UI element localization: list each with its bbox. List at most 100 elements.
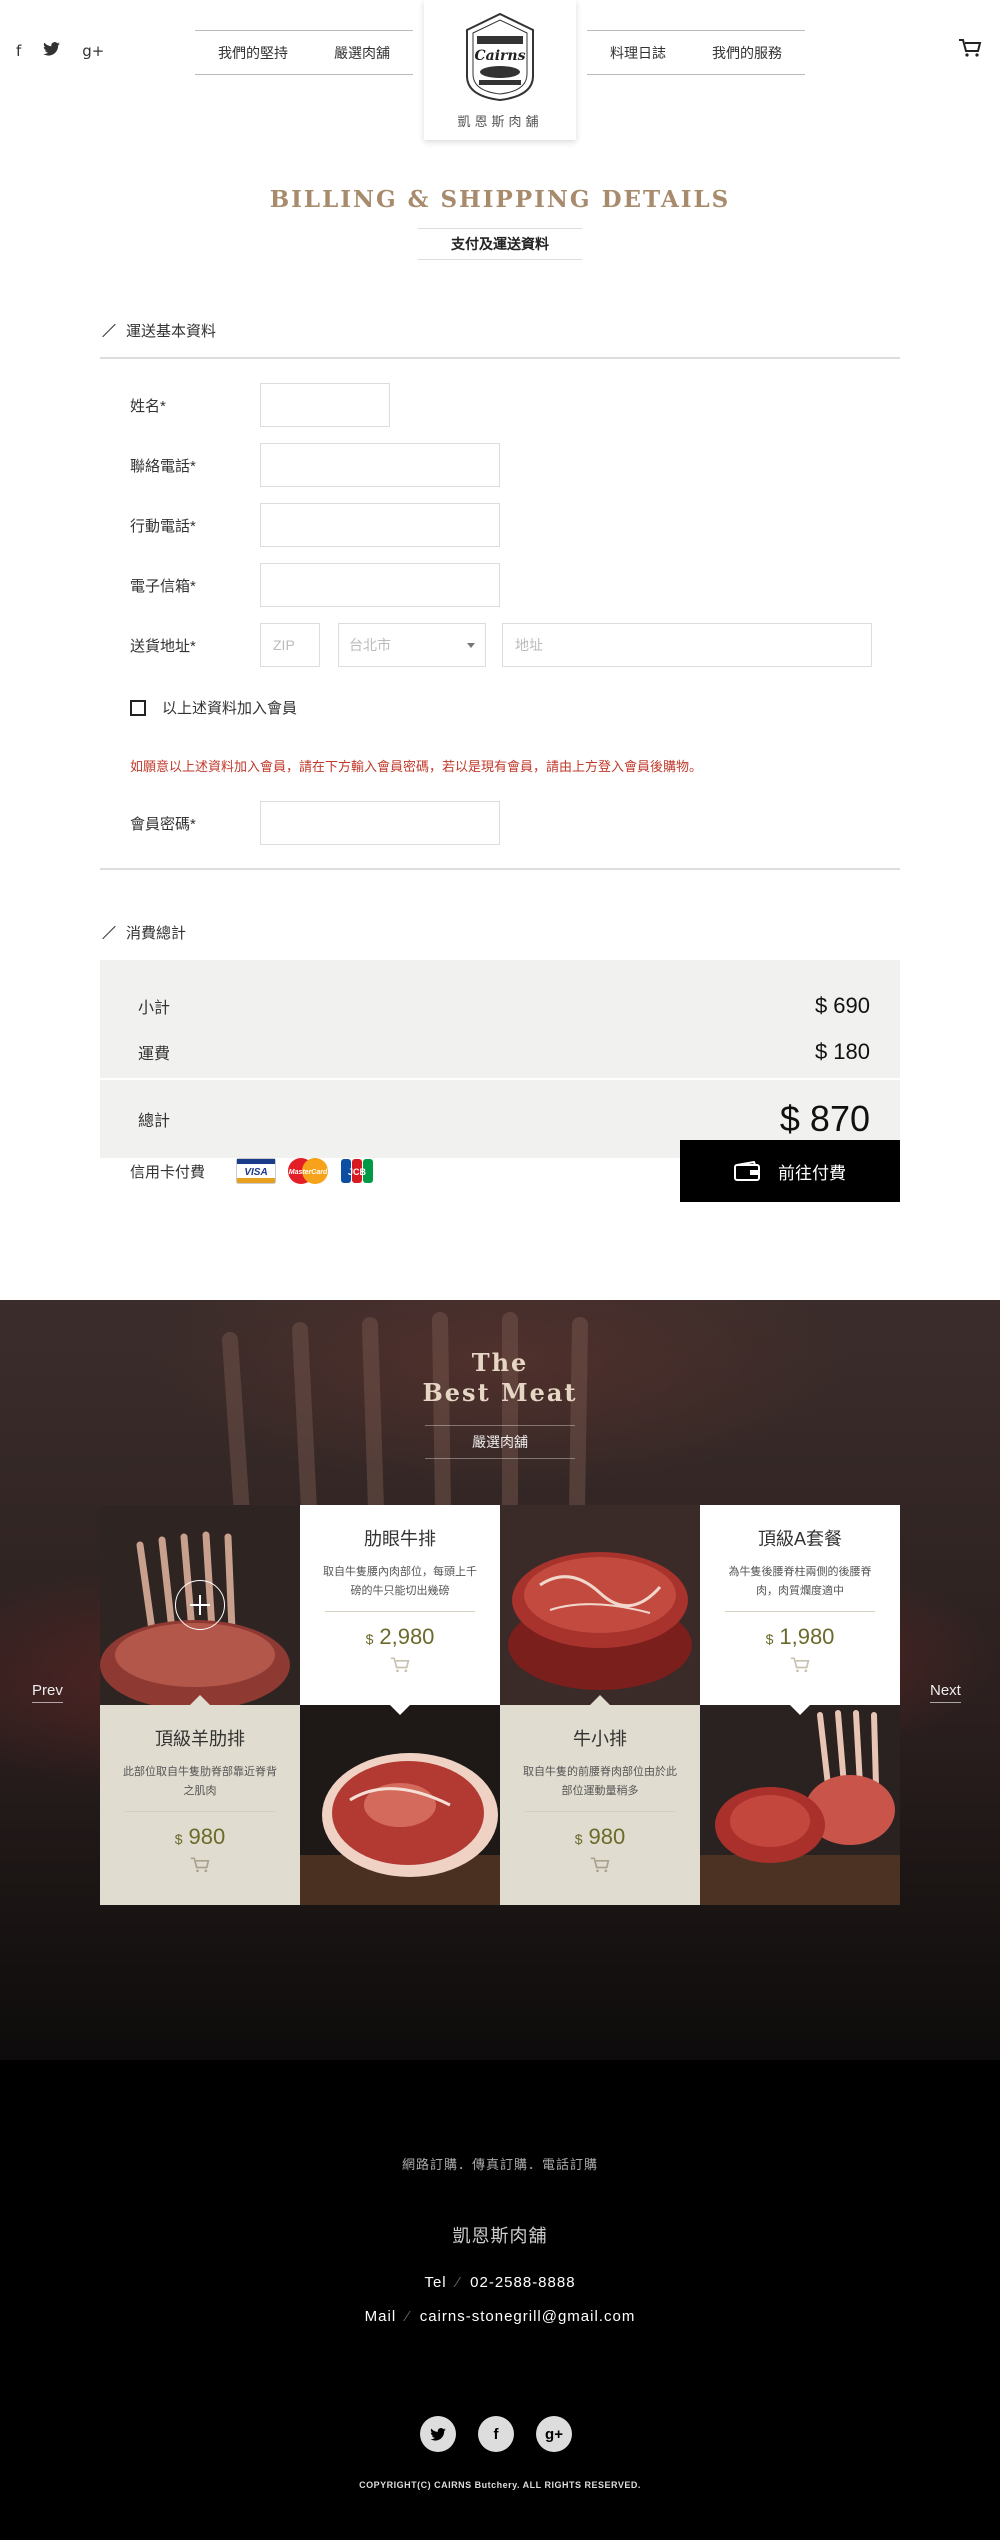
- add-to-cart-icon[interactable]: [700, 1656, 900, 1679]
- tel-value[interactable]: 02-2588-8888: [470, 2274, 575, 2291]
- pointer-arrow: [390, 1705, 410, 1715]
- slash-icon: [100, 925, 116, 941]
- slash-icon: [100, 323, 116, 339]
- phone-input[interactable]: [260, 443, 500, 487]
- best-meat-section: The Best Meat 嚴選肉舖 Prev Next 肋眼牛排 取自牛隻腰內…: [0, 1300, 1000, 2060]
- product-image-ribeye[interactable]: [300, 1705, 500, 1905]
- city-select-value: 台北市: [349, 637, 391, 653]
- twitter-icon[interactable]: [420, 2416, 456, 2452]
- nav-our-services[interactable]: 我們的服務: [712, 43, 782, 63]
- slider-prev-button[interactable]: Prev: [32, 1682, 63, 1703]
- slider-next-button[interactable]: Next: [930, 1682, 961, 1703]
- mobile-input[interactable]: [260, 503, 500, 547]
- mail-label: Mail: [364, 2308, 397, 2325]
- proceed-payment-button[interactable]: 前往付費: [680, 1140, 900, 1202]
- add-to-cart-icon[interactable]: [100, 1856, 300, 1879]
- logo-emblem-icon: Cairns: [466, 12, 534, 102]
- password-input[interactable]: [260, 801, 500, 845]
- cart-icon[interactable]: [958, 38, 982, 63]
- product-desc: 取自牛隻腰內肉部位，每頭上千磅的牛只能切出幾磅: [323, 1566, 477, 1597]
- name-row: 姓名*: [130, 383, 390, 427]
- city-select[interactable]: 台北市: [338, 623, 486, 667]
- nav-select-meat[interactable]: 嚴選肉舖: [334, 43, 390, 63]
- member-notice: 如願意以上述資料加入會員，請在下方輸入會員密碼，若以是現有會員，請由上方登入會員…: [130, 759, 703, 774]
- footer-social: f g+: [420, 2416, 572, 2452]
- google-plus-icon[interactable]: g+: [536, 2416, 572, 2452]
- divider: [725, 1611, 875, 1612]
- mail-value[interactable]: cairns-stonegrill@gmail.com: [420, 2308, 636, 2325]
- product-grid: 肋眼牛排 取自牛隻腰內肉部位，每頭上千磅的牛只能切出幾磅 $2,980 頂級A套…: [100, 1505, 900, 1905]
- product-name: 肋眼牛排: [364, 1529, 436, 1549]
- nav-cooking-journal[interactable]: 料理日誌: [610, 43, 666, 63]
- product-card-a-set[interactable]: 頂級A套餐 為牛隻後腰脊柱兩側的後腰脊肉，肉質爛度適中 $1,980: [700, 1505, 900, 1715]
- page-title: BILLING & SHIPPING DETAILS: [269, 186, 731, 213]
- credit-card-label: 信用卡付費: [130, 1163, 206, 1181]
- total-label: 總計: [138, 1113, 171, 1130]
- product-image-lamb-chops[interactable]: [700, 1705, 900, 1905]
- divider: [325, 1611, 475, 1612]
- product-image-lamb-rack[interactable]: [100, 1505, 300, 1705]
- subtotal-value: $ 690: [814, 993, 870, 1018]
- copyright: COPYRIGHT(C) CAIRNS Butchery. ALL RIGHTS…: [359, 2480, 641, 2490]
- payment-row: 信用卡付費 VISA MasterCard JCB 前往付費: [100, 1140, 900, 1202]
- product-price: $980: [100, 1824, 300, 1850]
- summary-heading-label: 消費總計: [126, 925, 187, 942]
- shipping-fee-row: 運費 $ 180: [100, 1034, 900, 1078]
- price-value: 1,980: [779, 1624, 835, 1649]
- product-desc: 為牛隻後腰脊柱兩側的後腰脊肉，肉質爛度適中: [728, 1566, 872, 1597]
- mastercard-icon: MasterCard: [288, 1158, 328, 1184]
- shipping-fee-value: $ 180: [814, 1039, 870, 1064]
- total-value: $ 870: [779, 1098, 870, 1139]
- jcb-icon: JCB: [341, 1159, 373, 1183]
- nav-left: 我們的堅持 嚴選肉舖: [195, 30, 413, 75]
- nav-our-commitment[interactable]: 我們的堅持: [218, 43, 288, 63]
- product-price: $980: [500, 1824, 700, 1850]
- email-input[interactable]: [260, 563, 500, 607]
- chevron-down-icon: [467, 642, 475, 648]
- svg-text:JCB: JCB: [348, 1167, 367, 1177]
- product-card-short-rib[interactable]: 牛小排 取自牛隻的前腰脊肉部位由於此部位運動量稍多 $980: [500, 1695, 700, 1905]
- footer-tel: Tel ⁄ 02-2588-8888: [0, 2274, 1000, 2291]
- google-plus-icon[interactable]: g+: [82, 42, 104, 60]
- product-desc: 此部位取自牛隻肋脊部靠近脊背之肌肉: [123, 1766, 277, 1797]
- product-image-steak[interactable]: [500, 1505, 700, 1705]
- wallet-icon: [734, 1161, 760, 1181]
- product-name: 頂級羊肋排: [155, 1729, 245, 1749]
- twitter-icon[interactable]: [43, 42, 61, 60]
- product-desc: 取自牛隻的前腰脊肉部位由於此部位運動量稍多: [523, 1766, 677, 1797]
- address-input[interactable]: 地址: [502, 623, 872, 667]
- plus-icon[interactable]: [175, 1580, 225, 1630]
- email-row: 電子信箱*: [130, 563, 500, 607]
- subtotal-row: 小計 $ 690: [100, 960, 900, 1034]
- phone-label: 聯絡電話*: [130, 457, 196, 475]
- join-member-row: 以上述資料加入會員: [130, 697, 297, 718]
- product-card-lamb-rack[interactable]: 頂級羊肋排 此部位取自牛隻肋脊部靠近脊背之肌肉 $980: [100, 1695, 300, 1905]
- pointer-arrow: [590, 1695, 610, 1705]
- product-card-ribeye[interactable]: 肋眼牛排 取自牛隻腰內肉部位，每頭上千磅的牛只能切出幾磅 $2,980: [300, 1505, 500, 1715]
- shipping-fee-label: 運費: [138, 1046, 171, 1063]
- facebook-icon[interactable]: f: [478, 2416, 514, 2452]
- add-to-cart-icon[interactable]: [300, 1656, 500, 1679]
- facebook-icon[interactable]: f: [16, 42, 21, 60]
- logo-caption: 凱恩斯肉舖: [457, 114, 543, 129]
- slash-icon: ⁄: [406, 2308, 410, 2325]
- address-row: 送貨地址* ZIP 台北市 地址: [130, 623, 872, 667]
- footer-store-name: 凱恩斯肉舖: [452, 2226, 548, 2246]
- join-member-checkbox[interactable]: [130, 699, 146, 716]
- address-placeholder: 地址: [515, 637, 543, 653]
- divider: [100, 868, 900, 870]
- svg-text:MasterCard: MasterCard: [289, 1169, 328, 1176]
- name-input[interactable]: [260, 383, 390, 427]
- password-label: 會員密碼*: [130, 815, 196, 833]
- lamb-chops-image: [700, 1705, 900, 1905]
- add-to-cart-icon[interactable]: [500, 1856, 700, 1879]
- svg-text:Cairns: Cairns: [475, 48, 526, 64]
- email-label: 電子信箱*: [130, 577, 196, 595]
- mobile-row: 行動電話*: [130, 503, 500, 547]
- card-logos: VISA MasterCard JCB: [236, 1157, 374, 1185]
- mobile-label: 行動電話*: [130, 517, 196, 535]
- zip-input[interactable]: ZIP: [260, 623, 320, 667]
- ribeye-image: [300, 1705, 500, 1905]
- raw-steak-image: [500, 1505, 700, 1705]
- logo[interactable]: Cairns 凱恩斯肉舖: [424, 0, 576, 140]
